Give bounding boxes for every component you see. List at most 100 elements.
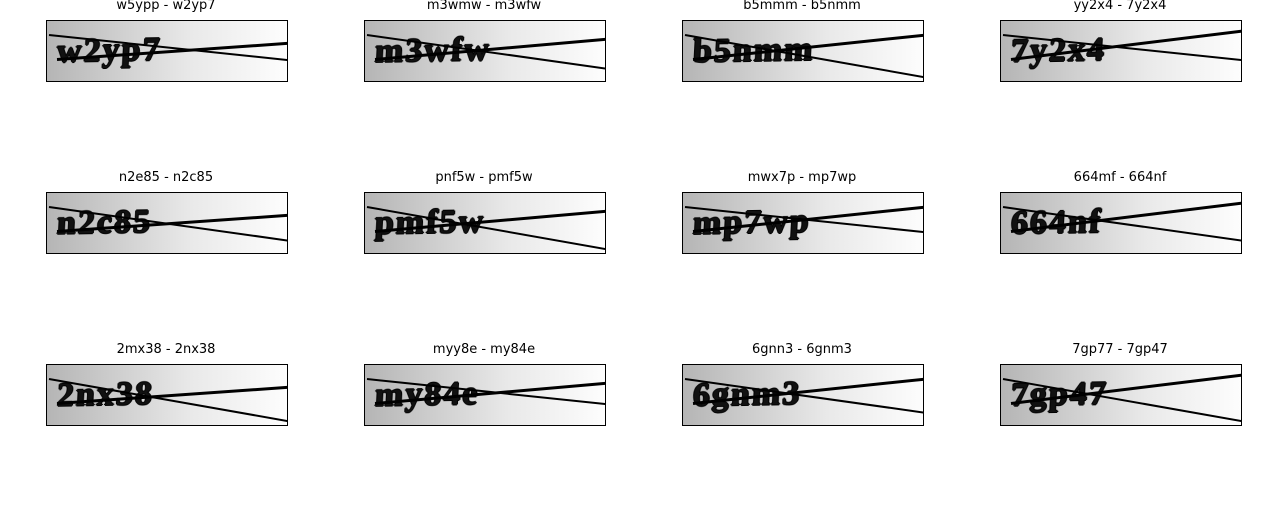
subplot: 2mx38 - 2nx382nx38025050100150 [6, 346, 306, 456]
subplot-title: m3wmw - m3wfw [364, 0, 604, 13]
figure: w5ypp - w2yp7w2yp7025050100150m3wmw - m3… [0, 0, 1270, 525]
subplot-title: mwx7p - mp7wp [682, 170, 922, 185]
x-tick-label: 150 [217, 81, 238, 82]
captcha-image: 7gp47025050100150 [1000, 364, 1242, 426]
x-tick-label: 150 [853, 253, 874, 254]
x-tick-mark [227, 425, 228, 426]
x-tick-label: 50 [100, 81, 114, 82]
subplot-title: pnf5w - pmf5w [364, 170, 604, 185]
x-tick-mark [683, 253, 684, 254]
x-tick-label: 150 [853, 425, 874, 426]
x-tick-label: 100 [1111, 425, 1132, 426]
x-tick-mark [167, 81, 168, 82]
x-tick-label: 100 [1111, 81, 1132, 82]
y-tick-mark [364, 193, 365, 194]
y-tick-mark [364, 395, 365, 396]
x-tick-mark [47, 425, 48, 426]
y-tick-mark [46, 51, 47, 52]
x-tick-label: 0 [364, 253, 369, 254]
captcha-overlay: 6gnm3 [683, 365, 923, 425]
subplot: b5mmm - b5nmmb5nmm025050100150 [642, 2, 942, 112]
y-tick-mark [1000, 193, 1001, 194]
subplot-title: 664mf - 664nf [1000, 170, 1240, 185]
x-tick-label: 0 [46, 253, 51, 254]
x-tick-label: 100 [157, 81, 178, 82]
x-tick-mark [107, 253, 108, 254]
x-tick-label: 0 [682, 425, 687, 426]
y-tick-mark [682, 51, 683, 52]
subplot-title: b5mmm - b5nmm [682, 0, 922, 13]
x-tick-mark [743, 253, 744, 254]
subplot: myy8e - my84emy84e025050100150 [324, 346, 624, 456]
subplot: yy2x4 - 7y2x47y2x4025050100150 [960, 2, 1260, 112]
x-tick-label: 100 [793, 81, 814, 82]
y-tick-mark [1000, 21, 1001, 22]
captcha-image: mp7wp025050100150 [682, 192, 924, 254]
subplot-title: yy2x4 - 7y2x4 [1000, 0, 1240, 13]
subplot-title: w5ypp - w2yp7 [46, 0, 286, 13]
x-tick-label: 50 [418, 81, 432, 82]
x-tick-label: 0 [364, 425, 369, 426]
x-tick-mark [863, 253, 864, 254]
captcha-overlay: w2yp7 [47, 21, 287, 81]
x-tick-label: 150 [1171, 81, 1192, 82]
x-tick-mark [545, 425, 546, 426]
x-tick-label: 50 [100, 425, 114, 426]
x-tick-label: 50 [1054, 253, 1068, 254]
x-tick-label: 50 [736, 425, 750, 426]
x-tick-label: 0 [1000, 81, 1005, 82]
x-tick-label: 100 [157, 253, 178, 254]
y-tick-mark [1000, 395, 1001, 396]
y-tick-mark [364, 365, 365, 366]
x-tick-label: 150 [535, 81, 556, 82]
x-tick-label: 100 [793, 253, 814, 254]
captcha-image: 6gnm3025050100150 [682, 364, 924, 426]
x-tick-mark [683, 81, 684, 82]
y-tick-mark [46, 395, 47, 396]
y-tick-mark [682, 365, 683, 366]
x-tick-mark [743, 81, 744, 82]
y-tick-mark [46, 193, 47, 194]
y-tick-mark [364, 51, 365, 52]
subplot: 664mf - 664nf664nf025050100150 [960, 174, 1260, 284]
x-tick-mark [1121, 425, 1122, 426]
x-tick-mark [167, 253, 168, 254]
x-tick-mark [1181, 81, 1182, 82]
x-tick-mark [425, 253, 426, 254]
x-tick-mark [425, 81, 426, 82]
y-tick-mark [1000, 51, 1001, 52]
x-tick-label: 50 [418, 253, 432, 254]
x-tick-mark [803, 253, 804, 254]
x-tick-mark [365, 253, 366, 254]
x-tick-mark [227, 81, 228, 82]
x-tick-label: 100 [793, 425, 814, 426]
captcha-overlay: 664nf [1001, 193, 1241, 253]
x-tick-label: 0 [1000, 425, 1005, 426]
captcha-image: pmf5w025050100150 [364, 192, 606, 254]
y-tick-mark [682, 21, 683, 22]
x-tick-mark [167, 425, 168, 426]
x-tick-label: 150 [1171, 425, 1192, 426]
subplot: n2e85 - n2c85n2c85025050100150 [6, 174, 306, 284]
y-tick-mark [682, 395, 683, 396]
x-tick-mark [485, 253, 486, 254]
captcha-image: w2yp7025050100150 [46, 20, 288, 82]
x-tick-mark [1001, 425, 1002, 426]
x-tick-mark [743, 425, 744, 426]
subplot-title: 6gnn3 - 6gnm3 [682, 342, 922, 357]
x-tick-mark [47, 253, 48, 254]
x-tick-label: 150 [217, 253, 238, 254]
subplot-title: n2e85 - n2c85 [46, 170, 286, 185]
x-tick-label: 150 [1171, 253, 1192, 254]
x-tick-mark [1181, 425, 1182, 426]
x-tick-label: 50 [418, 425, 432, 426]
subplot: m3wmw - m3wfwm3wfw025050100150 [324, 2, 624, 112]
x-tick-mark [683, 425, 684, 426]
y-tick-mark [682, 193, 683, 194]
x-tick-mark [803, 425, 804, 426]
subplot-title: 2mx38 - 2nx38 [46, 342, 286, 357]
x-tick-label: 150 [217, 425, 238, 426]
captcha-image: 664nf025050100150 [1000, 192, 1242, 254]
x-tick-label: 100 [1111, 253, 1132, 254]
captcha-overlay: 7y2x4 [1001, 21, 1241, 81]
